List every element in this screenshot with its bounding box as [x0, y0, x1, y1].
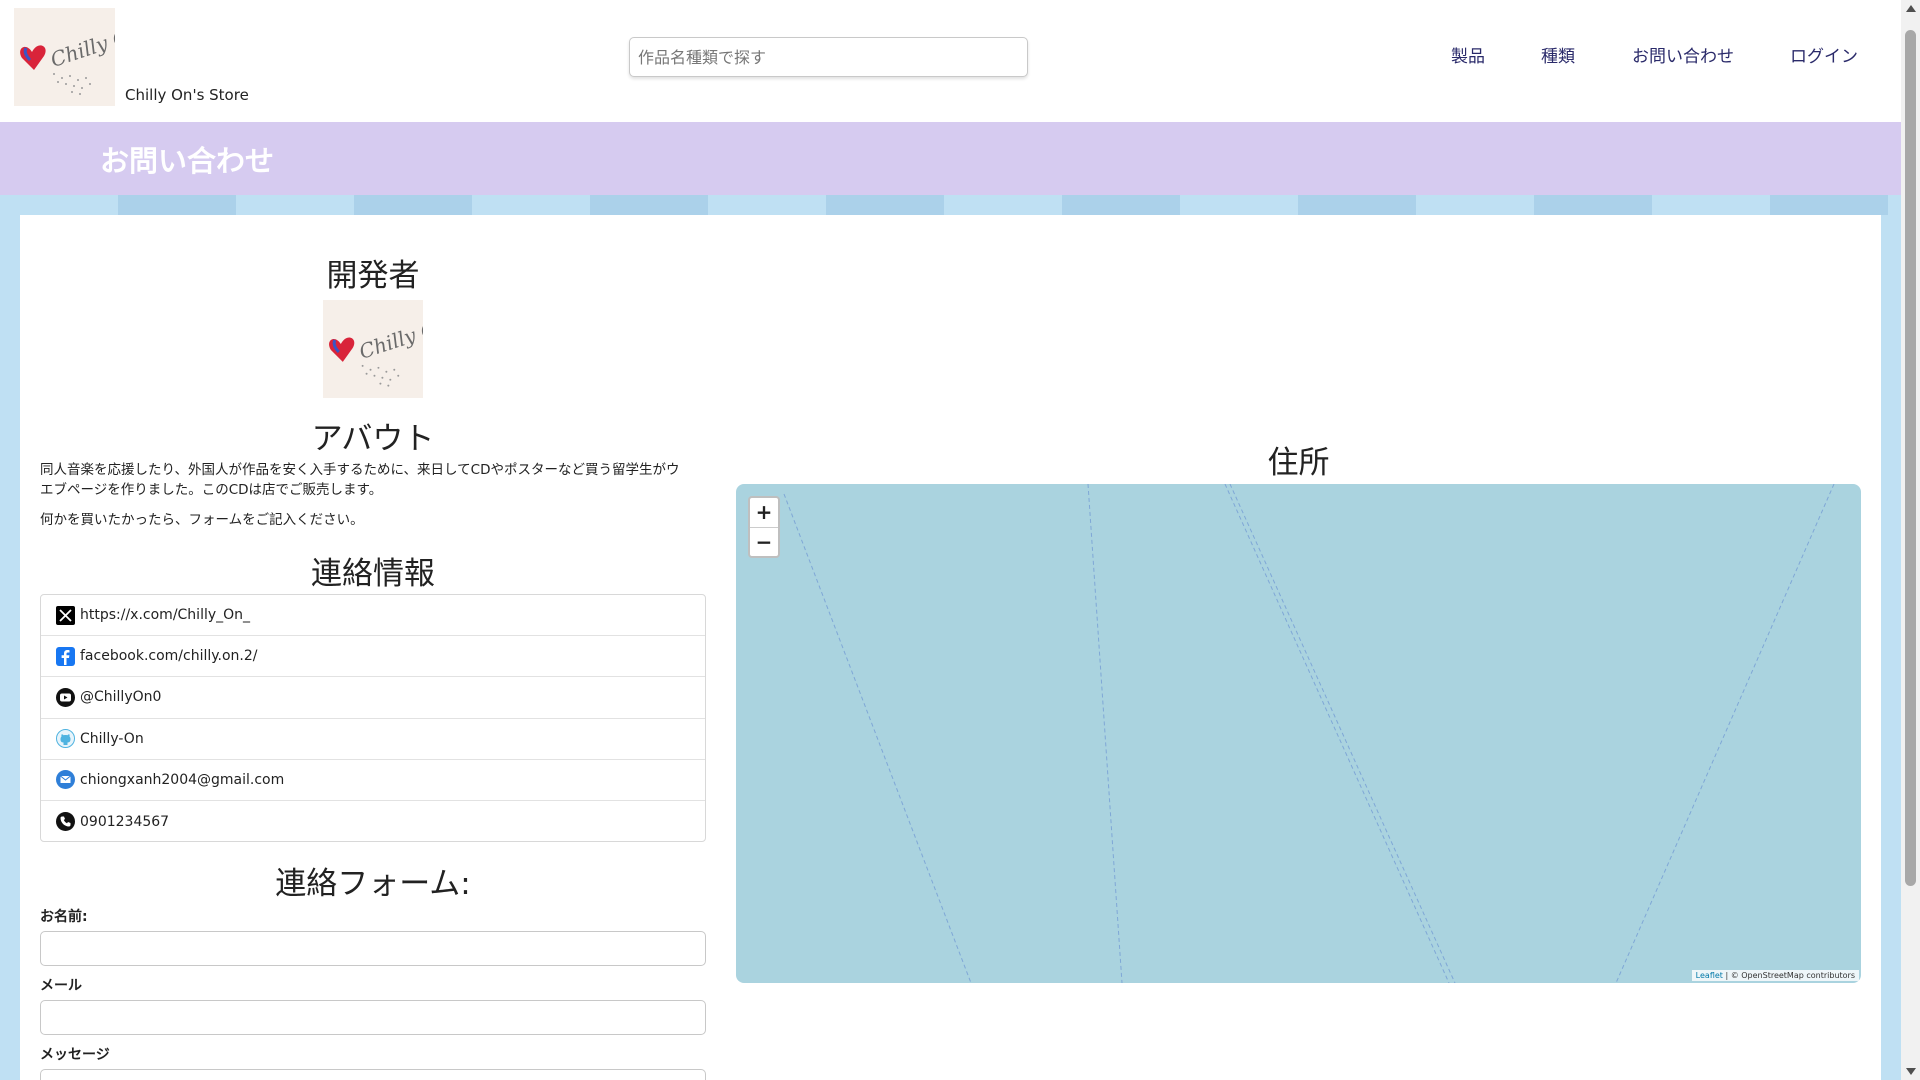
address-heading: 住所 — [1267, 445, 1330, 481]
map-tiles — [783, 484, 1835, 983]
nav-login[interactable]: ログイン — [1790, 42, 1858, 67]
phone-icon — [56, 812, 75, 832]
github-icon — [56, 729, 75, 749]
contact-info-heading: 連絡情報 — [311, 556, 435, 592]
zoom-out-button[interactable]: − — [750, 528, 778, 557]
about-heading: アバウト — [311, 421, 435, 457]
store-name[interactable]: Chilly On's Store — [125, 86, 249, 104]
nav-contact[interactable]: お問い合わせ — [1632, 42, 1734, 67]
contact-item-x[interactable]: https://x.com/Chilly_On_ — [41, 595, 705, 637]
contact-item-text: Chilly-On — [80, 730, 144, 747]
page-banner: お問い合わせ — [0, 122, 1901, 195]
about-text-line: エブページを作りました。このCDは店でご販売します。 — [40, 482, 383, 498]
map-attribution: Leaflet | © OpenStreetMap contributors — [1691, 970, 1859, 981]
map-zoom-control: + − — [748, 496, 780, 558]
zoom-in-button[interactable]: + — [750, 498, 778, 528]
name-field[interactable] — [40, 931, 706, 966]
contact-info-list: https://x.com/Chilly_On_ facebook.com/ch… — [40, 594, 706, 842]
email-icon — [56, 770, 75, 790]
scroll-down-arrow-icon[interactable] — [1906, 1068, 1916, 1075]
search-input[interactable] — [629, 37, 1028, 77]
x-icon — [56, 605, 75, 625]
about-paragraph: 同人音楽を応援したり、外国人が作品を安く入手するために、来日してCDやポスターな… — [40, 460, 706, 500]
contact-form-heading: 連絡フォーム: — [275, 866, 471, 902]
scrollbar-thumb[interactable] — [1905, 30, 1916, 886]
page-scrollbar[interactable] — [1901, 0, 1920, 1080]
name-label: お名前: — [40, 909, 88, 925]
scroll-up-arrow-icon[interactable] — [1906, 5, 1916, 12]
message-field[interactable] — [40, 1069, 706, 1080]
page-title: お問い合わせ — [100, 144, 275, 178]
chilly-on-logo-icon: Chilly On — [14, 8, 115, 106]
site-header: Chilly On Chilly On's Store 製品 種類 お問い合わせ… — [0, 0, 1901, 122]
nav-categories[interactable]: 種類 — [1541, 42, 1575, 67]
address-map[interactable]: + − Leaflet | © OpenStreetMap contributo… — [736, 484, 1861, 983]
contact-item-email[interactable]: chiongxanh2004@gmail.com — [41, 760, 705, 801]
email-label: メール — [40, 978, 82, 994]
contact-item-youtube[interactable]: @ChillyOn0 — [41, 677, 705, 719]
about-text-line: 同人音楽を応援したり、外国人が作品を安く入手するために、来日してCDやポスターな… — [40, 462, 680, 478]
decorative-stripes — [0, 195, 1901, 215]
contact-item-text: 0901234567 — [80, 813, 170, 830]
contact-item-text: https://x.com/Chilly_On_ — [80, 607, 251, 624]
contact-item-github[interactable]: Chilly-On — [41, 719, 705, 760]
facebook-icon — [56, 646, 75, 666]
developer-avatar: Chilly On — [323, 300, 423, 398]
contact-item-text: chiongxanh2004@gmail.com — [80, 771, 285, 788]
youtube-icon — [56, 687, 75, 707]
store-logo[interactable]: Chilly On — [14, 8, 115, 106]
attribution-text: | © OpenStreetMap contributors — [1722, 971, 1855, 980]
email-field[interactable] — [40, 1000, 706, 1035]
chilly-on-logo-icon: Chilly On — [323, 300, 423, 398]
contact-item-facebook[interactable]: facebook.com/chilly.on.2/ — [41, 636, 705, 678]
message-label: メッセージ — [40, 1047, 110, 1063]
developer-heading: 開発者 — [326, 258, 420, 294]
leaflet-link[interactable]: Leaflet — [1696, 971, 1723, 980]
contact-item-text: @ChillyOn0 — [80, 689, 162, 706]
contact-item-text: facebook.com/chilly.on.2/ — [80, 648, 258, 665]
nav-products[interactable]: 製品 — [1451, 42, 1485, 67]
contact-item-phone[interactable]: 0901234567 — [41, 801, 705, 842]
about-paragraph: 何かを買いたかったら、フォームをご記入ください。 — [40, 512, 364, 528]
